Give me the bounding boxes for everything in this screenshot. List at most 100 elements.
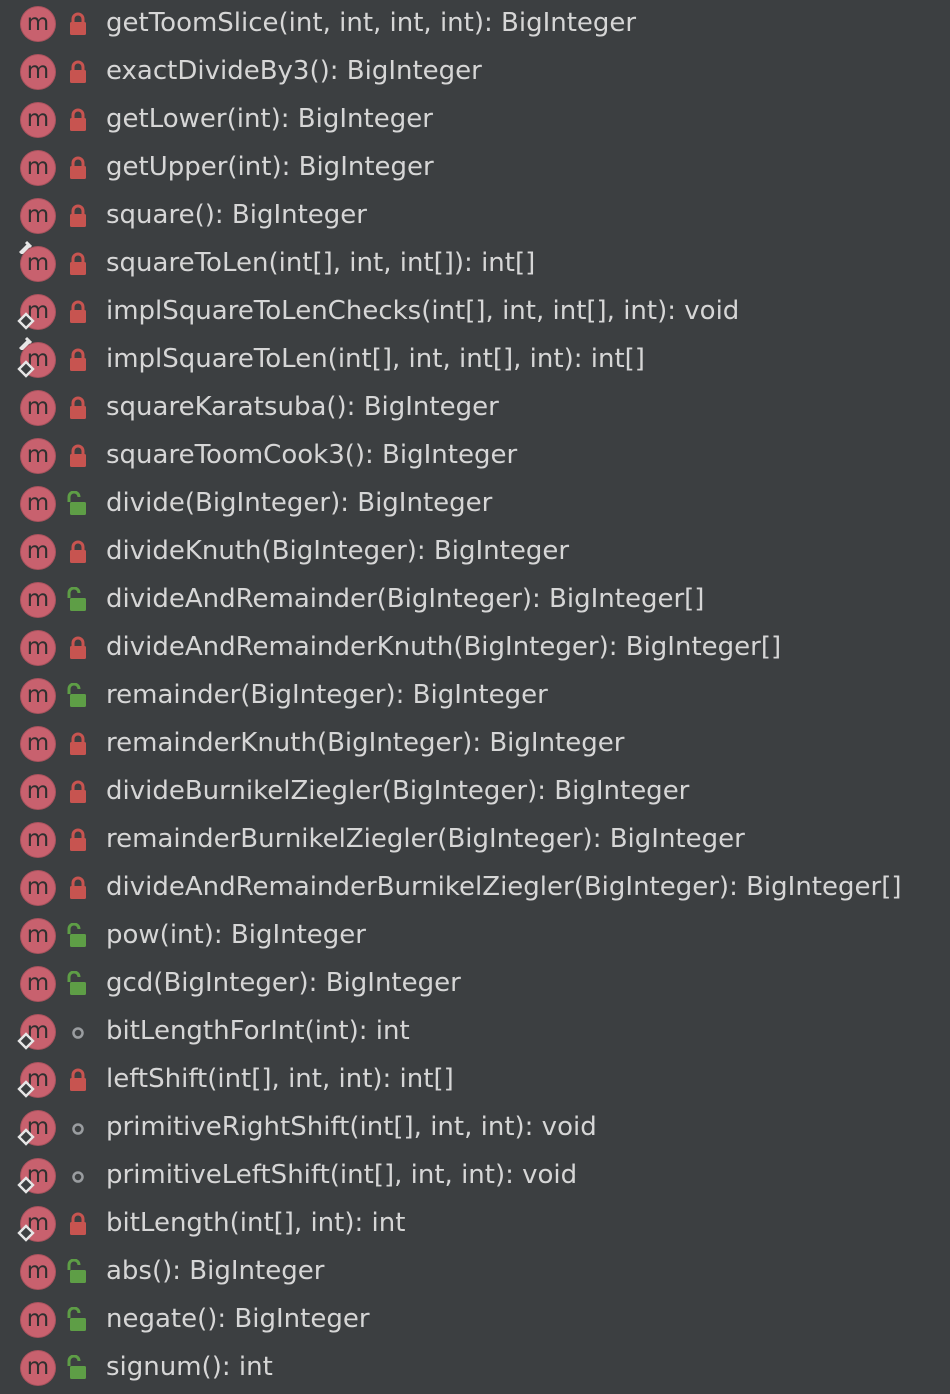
method-icon: m [20, 6, 56, 42]
final-marker-icon [17, 1224, 35, 1242]
member-signature: exactDivideBy3(): BigInteger [106, 56, 482, 86]
member-signature: squareToLen(int[], int, int[]): int[] [106, 248, 536, 278]
member-row[interactable]: m divideAndRemainder(BigInteger): BigInt… [0, 576, 950, 624]
private-lock-icon [70, 732, 86, 755]
member-row[interactable]: m pow(int): BigInteger [0, 912, 950, 960]
private-lock-icon [70, 780, 86, 803]
member-row[interactable]: m square(): BigInteger [0, 192, 950, 240]
public-lock-icon [67, 1355, 86, 1379]
member-row[interactable]: m remainderKnuth(BigInteger): BigInteger [0, 720, 950, 768]
member-row[interactable]: m implSquareToLen(int[], int, int[], int… [0, 336, 950, 384]
member-signature: pow(int): BigInteger [106, 920, 366, 950]
method-icon: m [20, 630, 56, 666]
method-icon: m [20, 438, 56, 474]
method-icon: m [20, 102, 56, 138]
public-lock-icon [67, 1307, 86, 1331]
member-signature: leftShift(int[], int, int): int[] [106, 1064, 454, 1094]
method-icon: m [20, 918, 56, 954]
member-signature: divideAndRemainder(BigInteger): BigInteg… [106, 584, 705, 614]
member-row[interactable]: m remainder(BigInteger): BigInteger [0, 672, 950, 720]
final-marker-icon [17, 1128, 35, 1146]
member-row[interactable]: m bitLength(int[], int): int [0, 1200, 950, 1248]
member-row[interactable]: m signum(): int [0, 1344, 950, 1392]
private-lock-icon [70, 444, 86, 467]
member-signature: getLower(int): BigInteger [106, 104, 433, 134]
method-icon-letter: m [26, 778, 50, 804]
method-icon: m [20, 390, 56, 426]
method-icon-letter: m [26, 874, 50, 900]
method-icon: m [20, 1302, 56, 1338]
member-row[interactable]: m bitLengthForInt(int): int [0, 1008, 950, 1056]
member-row[interactable]: m squareKaratsuba(): BigInteger [0, 384, 950, 432]
member-row[interactable]: m primitiveLeftShift(int[], int, int): v… [0, 1152, 950, 1200]
method-icon: m [20, 678, 56, 714]
member-row[interactable]: m getToomSlice(int, int, int, int): BigI… [0, 0, 950, 48]
member-row[interactable]: m leftShift(int[], int, int): int[] [0, 1056, 950, 1104]
method-icon-letter: m [26, 490, 50, 516]
member-row[interactable]: m divide(BigInteger): BigInteger [0, 480, 950, 528]
member-row[interactable]: m primitiveRightShift(int[], int, int): … [0, 1104, 950, 1152]
member-signature: bitLength(int[], int): int [106, 1208, 406, 1238]
package-visibility-icon [72, 1027, 84, 1039]
method-icon-letter: m [26, 682, 50, 708]
method-icon: m [20, 726, 56, 762]
member-signature: squareToomCook3(): BigInteger [106, 440, 518, 470]
final-marker-icon [17, 1176, 35, 1194]
method-icon: m [20, 774, 56, 810]
member-row[interactable]: m remainderBurnikelZiegler(BigInteger): … [0, 816, 950, 864]
member-row[interactable]: m divideAndRemainderBurnikelZiegler(BigI… [0, 864, 950, 912]
member-signature: bitLengthForInt(int): int [106, 1016, 410, 1046]
method-icon: m [20, 486, 56, 522]
package-visibility-icon [72, 1171, 84, 1183]
member-signature: squareKaratsuba(): BigInteger [106, 392, 499, 422]
private-lock-icon [70, 876, 86, 899]
method-icon-letter: m [26, 1306, 50, 1332]
member-row[interactable]: m negate(): BigInteger [0, 1296, 950, 1344]
member-row[interactable]: m squareToomCook3(): BigInteger [0, 432, 950, 480]
private-lock-icon [70, 204, 86, 227]
private-lock-icon [70, 108, 86, 131]
member-row[interactable]: m getLower(int): BigInteger [0, 96, 950, 144]
public-lock-icon [67, 1259, 86, 1283]
method-icon: m [20, 198, 56, 234]
member-row[interactable]: m divideKnuth(BigInteger): BigInteger [0, 528, 950, 576]
structure-member-list: m getToomSlice(int, int, int, int): BigI… [0, 0, 950, 1394]
method-icon: m [20, 150, 56, 186]
method-icon-letter: m [26, 1354, 50, 1380]
member-signature: getUpper(int): BigInteger [106, 152, 434, 182]
member-row[interactable]: m abs(): BigInteger [0, 1248, 950, 1296]
static-pin-icon [19, 336, 32, 350]
member-row[interactable]: m divideAndRemainderKnuth(BigInteger): B… [0, 624, 950, 672]
final-marker-icon [17, 1032, 35, 1050]
member-row[interactable]: m implSquareToLenChecks(int[], int, int[… [0, 288, 950, 336]
member-signature: divideAndRemainderBurnikelZiegler(BigInt… [106, 872, 902, 902]
method-icon-letter: m [26, 202, 50, 228]
static-pin-icon [19, 240, 32, 254]
package-visibility-icon [72, 1123, 84, 1135]
member-row[interactable]: m gcd(BigInteger): BigInteger [0, 960, 950, 1008]
member-signature: abs(): BigInteger [106, 1256, 325, 1286]
method-icon: m [20, 966, 56, 1002]
method-icon: m [20, 582, 56, 618]
method-icon-letter: m [26, 106, 50, 132]
public-lock-icon [67, 923, 86, 947]
method-icon-letter: m [26, 58, 50, 84]
member-row[interactable]: m getUpper(int): BigInteger [0, 144, 950, 192]
public-lock-icon [67, 587, 86, 611]
private-lock-icon [70, 156, 86, 179]
private-lock-icon [70, 636, 86, 659]
member-row[interactable]: m squareToLen(int[], int, int[]): int[] [0, 240, 950, 288]
method-icon-letter: m [26, 154, 50, 180]
method-icon-letter: m [26, 10, 50, 36]
method-icon-letter: m [26, 922, 50, 948]
method-icon-letter: m [26, 970, 50, 996]
member-signature: getToomSlice(int, int, int, int): BigInt… [106, 8, 637, 38]
member-signature: square(): BigInteger [106, 200, 367, 230]
method-icon-letter: m [26, 394, 50, 420]
method-icon-letter: m [26, 826, 50, 852]
method-icon-letter: m [26, 586, 50, 612]
member-signature: signum(): int [106, 1352, 273, 1382]
member-row[interactable]: m divideBurnikelZiegler(BigInteger): Big… [0, 768, 950, 816]
member-row[interactable]: m exactDivideBy3(): BigInteger [0, 48, 950, 96]
final-marker-icon [17, 1080, 35, 1098]
